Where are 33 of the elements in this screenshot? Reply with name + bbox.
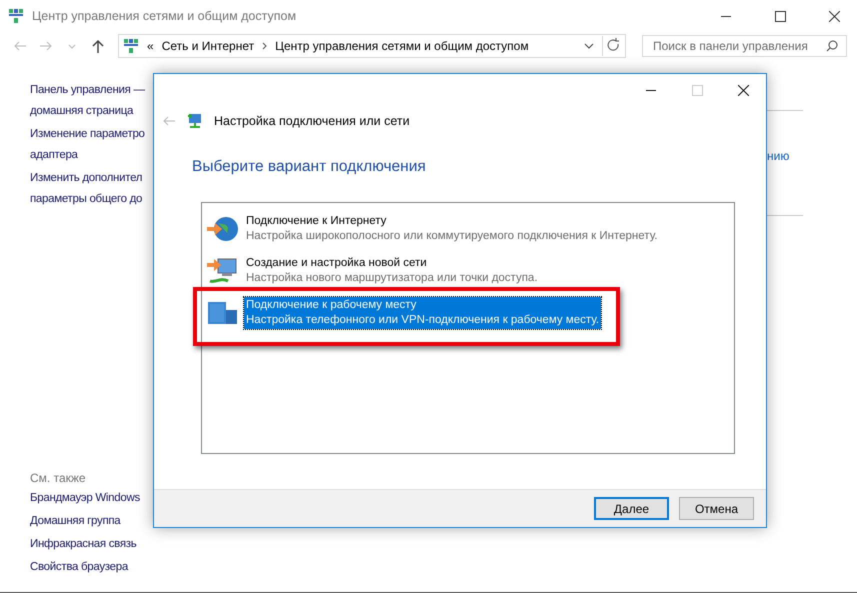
- close-icon[interactable]: [828, 10, 840, 22]
- next-button[interactable]: Далее: [594, 497, 669, 520]
- network-icon: [123, 38, 139, 54]
- network-icon: [186, 112, 204, 130]
- list-option[interactable]: Создание и настройка новой сети Настройка нового маршрутизатора или точки доступа.: [244, 255, 540, 287]
- dialog-heading: Выберите вариант подключения: [192, 158, 427, 176]
- chevron-down-icon[interactable]: [584, 43, 594, 49]
- breadcrumb-overflow[interactable]: «: [147, 39, 154, 53]
- breadcrumb[interactable]: Сеть и Интернет: [162, 39, 254, 53]
- sidebar-link[interactable]: Свойства браузера: [30, 557, 153, 578]
- sidebar-link[interactable]: Домашняя группа: [30, 511, 153, 532]
- search-icon: [826, 40, 838, 52]
- sidebar-link[interactable]: Брандмауэр Windows: [30, 488, 153, 509]
- sidebar-link[interactable]: Инфракрасная связь: [30, 534, 153, 555]
- sidebar-link[interactable]: Панель управления — домашняя страница: [30, 80, 153, 122]
- breadcrumb[interactable]: Центр управления сетями и общим доступом: [275, 39, 529, 53]
- up-arrow-icon[interactable]: [92, 39, 104, 53]
- close-icon[interactable]: [738, 84, 748, 96]
- maximize-icon[interactable]: [774, 10, 786, 22]
- chevron-icon: [262, 42, 268, 50]
- link-text[interactable]: нию: [767, 149, 790, 163]
- network-icon: [8, 8, 24, 24]
- list-option[interactable]: Подключение к Интернету Настройка широкополосного или коммутируемого подключения к Интернету.: [244, 213, 660, 245]
- list-option[interactable]: Подключение к рабочему месту Настройка телефонного или VPN-подключения к рабочему месту.: [244, 297, 602, 329]
- window-title: Центр управления сетями и общим доступом: [32, 9, 298, 23]
- dialog-title: Настройка подключения или сети: [214, 114, 410, 128]
- globe-icon: [206, 214, 240, 244]
- see-also-heading: См. также: [30, 470, 87, 487]
- cancel-button[interactable]: Отмена: [679, 497, 754, 520]
- sidebar-link[interactable]: Изменение параметро адаптера: [30, 124, 153, 166]
- search-field[interactable]: Поиск в панели управления: [642, 35, 847, 57]
- sidebar-link[interactable]: Изменить дополнител параметры общего до: [30, 168, 153, 210]
- address-bar[interactable]: « Сеть и Интернет Центр управления сетями и общим доступом: [118, 34, 626, 58]
